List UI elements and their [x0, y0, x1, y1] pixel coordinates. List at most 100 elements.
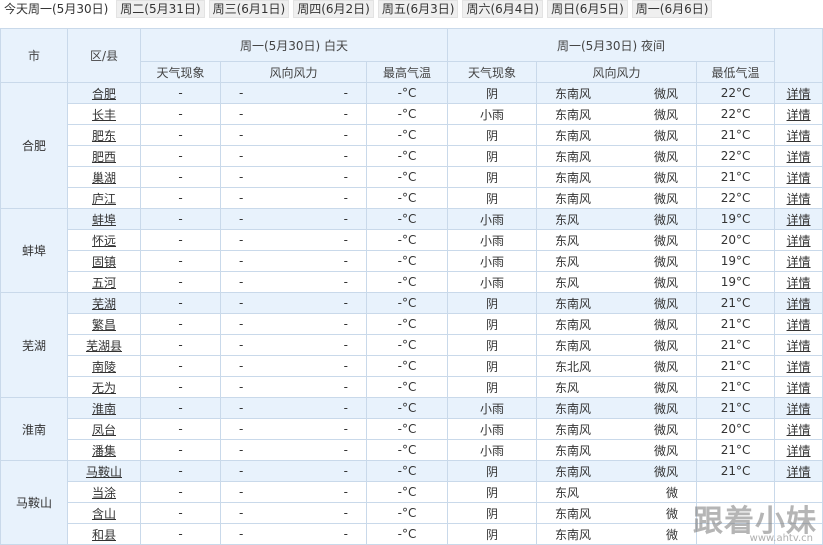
detail-link[interactable]: 详情 [774, 103, 823, 125]
district-link[interactable]: 潘集 [67, 439, 141, 461]
day-weather: - [140, 124, 221, 146]
night-weather: 小雨 [447, 397, 538, 419]
day-wind-dir: - [239, 254, 244, 268]
district-link[interactable]: 无为 [67, 376, 141, 398]
district-link[interactable]: 马鞍山 [67, 460, 141, 482]
col-city: 市 [0, 28, 68, 83]
district-link[interactable]: 凤台 [67, 418, 141, 440]
detail-link[interactable]: 详情 [774, 397, 823, 419]
date-tab[interactable]: 周一(6月6日) [631, 0, 713, 18]
day-wind: -- [220, 397, 367, 419]
weather-table: 市 区/县 周一(5月30日) 白天 周一(5月30日) 夜间 天气现象 风向风… [0, 28, 823, 545]
table-row: 怀远 - - - -°C 小雨 东风 微风 20°C 详情 [1, 229, 823, 251]
district-link[interactable]: 芜湖县 [67, 334, 141, 356]
night-wind-dir: 东南风 [555, 86, 592, 101]
day-wind-power: - [343, 296, 348, 310]
date-tab[interactable]: 周四(6月2日) [293, 0, 374, 18]
district-link[interactable]: 怀远 [67, 229, 141, 251]
day-weather: - [140, 355, 221, 377]
min-temp: 19°C [696, 271, 776, 293]
district-link[interactable]: 庐江 [67, 187, 141, 209]
detail-link[interactable]: 详情 [774, 460, 823, 482]
night-wind-dir: 东南风 [555, 149, 592, 164]
detail-link[interactable]: 详情 [774, 292, 823, 314]
detail-link[interactable]: 详情 [774, 145, 823, 167]
min-temp: 21°C [696, 460, 776, 482]
night-wind: 东风 微风 [536, 250, 698, 272]
detail-link[interactable]: 详情 [774, 166, 823, 188]
detail-link[interactable]: 详情 [774, 208, 823, 230]
night-wind: 东南风 微风 [536, 460, 698, 482]
max-temp: -°C [365, 292, 449, 314]
table-row: 芜湖 芜湖 - - - -°C 阴东南风 微风 21°C 详情 [0, 292, 823, 398]
night-wind-dir: 东风 [555, 212, 580, 227]
col-night-wind: 风向风力 [536, 61, 698, 83]
detail-link[interactable] [774, 481, 823, 503]
district-link[interactable]: 蚌埠 [67, 208, 141, 230]
day-wind-power: - [343, 401, 348, 415]
district-link[interactable]: 淮南 [67, 397, 141, 419]
night-wind: 东风 微风 [536, 229, 698, 251]
district-link[interactable]: 含山 [67, 502, 141, 524]
detail-link[interactable] [774, 502, 823, 524]
max-temp: -°C [365, 502, 449, 524]
night-wind: 东南风 微风 [536, 166, 698, 188]
day-wind-power: - [343, 107, 348, 121]
date-tab[interactable]: 周日(6月5日) [547, 0, 628, 18]
district-link[interactable]: 当涂 [67, 481, 141, 503]
detail-link[interactable]: 详情 [774, 187, 823, 209]
night-wind-dir: 东风 [555, 485, 580, 500]
day-weather: - [140, 313, 221, 335]
district-link[interactable]: 合肥 [67, 82, 141, 104]
date-tab[interactable]: 周二(5月31日) [116, 0, 205, 18]
detail-link[interactable]: 详情 [774, 376, 823, 398]
district-link[interactable]: 繁昌 [67, 313, 141, 335]
day-wind-dir: - [239, 401, 244, 415]
day-wind: -- [220, 271, 367, 293]
detail-link[interactable]: 详情 [774, 313, 823, 335]
detail-link[interactable]: 详情 [774, 250, 823, 272]
min-temp: 22°C [696, 82, 776, 104]
table-row: 马鞍山 马鞍山 - - - -°C 阴东南风 微风 21°C 详情 [0, 460, 823, 545]
detail-link[interactable]: 详情 [774, 82, 823, 104]
district-link[interactable]: 肥东 [67, 124, 141, 146]
date-tab[interactable]: 今天周一(5月30日) [0, 0, 113, 18]
table-row: 庐江 - - - -°C 阴东南风 微风 22°C 详情 [1, 187, 823, 209]
table-row: 芜湖县 - - - -°C 阴东南风 微风 21°C 详情 [1, 334, 823, 356]
date-tab[interactable]: 周六(6月4日) [462, 0, 544, 18]
day-weather: - [140, 481, 221, 503]
district-link[interactable]: 五河 [67, 271, 141, 293]
night-wind: 东北风 微风 [536, 355, 698, 377]
table-row: 肥东 - - - -°C 阴东南风 微风 21°C 详情 [1, 124, 823, 146]
day-wind-power: - [343, 170, 348, 184]
day-wind-power: - [343, 464, 348, 478]
district-link[interactable]: 长丰 [67, 103, 141, 125]
day-wind-power: - [343, 380, 348, 394]
day-wind-power: - [343, 443, 348, 457]
detail-link[interactable]: 详情 [774, 439, 823, 461]
day-wind-dir: - [239, 338, 244, 352]
day-wind: -- [220, 208, 367, 230]
min-temp: 21°C [696, 124, 776, 146]
detail-link[interactable]: 详情 [774, 124, 823, 146]
detail-link[interactable]: 详情 [774, 229, 823, 251]
district-link[interactable]: 肥西 [67, 145, 141, 167]
district-link[interactable]: 固镇 [67, 250, 141, 272]
detail-link[interactable]: 详情 [774, 334, 823, 356]
detail-link[interactable]: 详情 [774, 271, 823, 293]
night-wind: 东南风 微风 [536, 82, 698, 104]
night-wind: 东风 微风 [536, 208, 698, 230]
district-link[interactable]: 南陵 [67, 355, 141, 377]
max-temp: -°C [365, 187, 449, 209]
district-link[interactable]: 芜湖 [67, 292, 141, 314]
night-wind: 东风 微风 [536, 271, 698, 293]
detail-link[interactable]: 详情 [774, 355, 823, 377]
district-link[interactable]: 巢湖 [67, 166, 141, 188]
day-wind-power: - [343, 317, 348, 331]
col-max-temp: 最高气温 [365, 61, 449, 83]
district-link[interactable]: 和县 [67, 523, 141, 545]
date-tab[interactable]: 周三(6月1日) [208, 0, 290, 18]
date-tab[interactable]: 周五(6月3日) [377, 0, 459, 18]
detail-link[interactable]: 详情 [774, 418, 823, 440]
night-wind-power: 微风 [654, 422, 679, 437]
